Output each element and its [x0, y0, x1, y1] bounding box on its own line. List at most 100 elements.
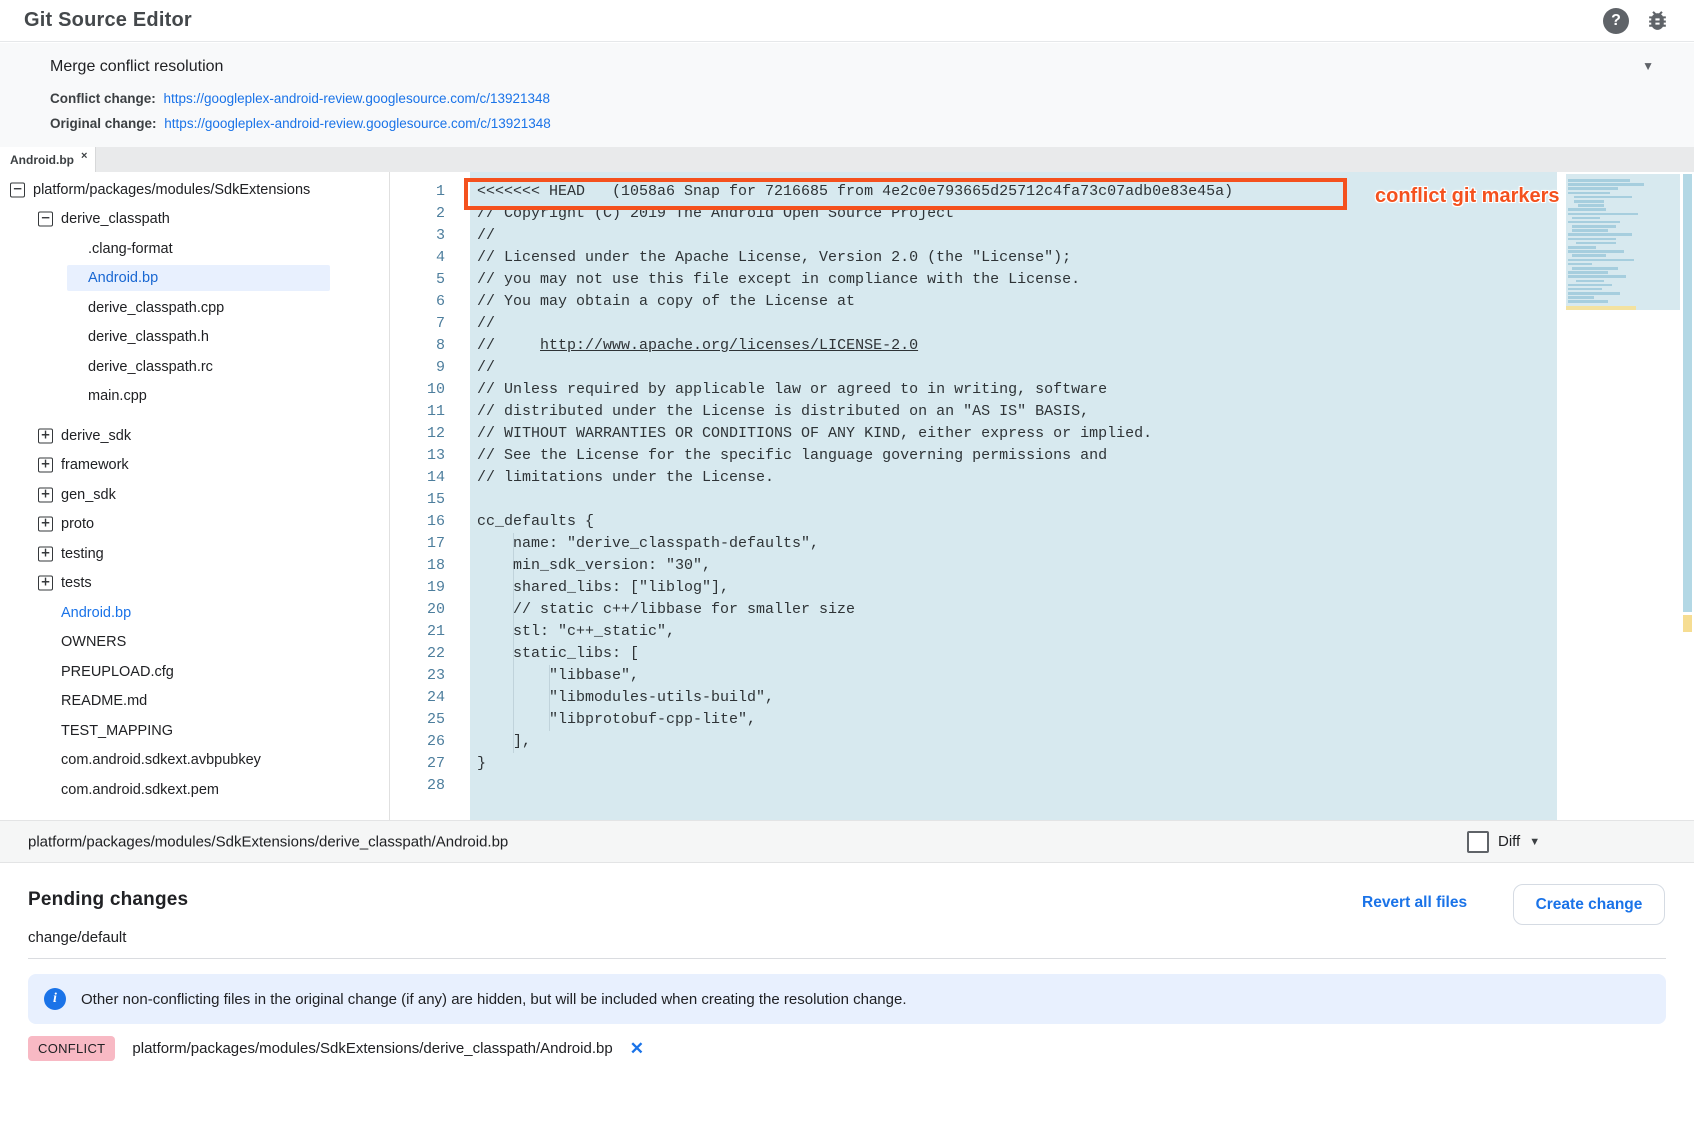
- code-line-24[interactable]: "libmodules-utils-build",: [470, 687, 1557, 709]
- code-content[interactable]: <<<<<<< HEAD (1058a6 Snap for 7216685 fr…: [470, 181, 1557, 797]
- tree-item-framework[interactable]: +framework: [0, 451, 389, 481]
- code-line-7[interactable]: //: [470, 313, 1557, 335]
- tree-item-gen-sdk[interactable]: + gen_sdk: [0, 480, 389, 510]
- diff-caret-icon[interactable]: ▼: [1529, 836, 1540, 848]
- minimap[interactable]: [1566, 174, 1680, 310]
- code-text: // WITHOUT WARRANTIES OR CONDITIONS OF A…: [477, 425, 1152, 442]
- code-line-11[interactable]: // distributed under the License is dist…: [470, 401, 1557, 423]
- code-text: // You may obtain a copy of the License …: [477, 293, 855, 310]
- ruler-marker: [1683, 615, 1692, 632]
- diff-toggle-group: Diff ▼: [1467, 831, 1540, 853]
- tree-item-com-android-sdkext-pem[interactable]: com.android.sdkext.pem: [0, 775, 389, 805]
- code-line-8[interactable]: // http://www.apache.org/licenses/LICENS…: [470, 335, 1557, 357]
- code-line-15[interactable]: [470, 489, 1557, 511]
- code-line-27[interactable]: }: [470, 753, 1557, 775]
- code-line-13[interactable]: // See the License for the specific lang…: [470, 445, 1557, 467]
- code-line-25[interactable]: "libprotobuf-cpp-lite",: [470, 709, 1557, 731]
- tab-close-icon[interactable]: ×: [81, 150, 87, 162]
- tree-item-tests[interactable]: +tests: [0, 569, 389, 599]
- code-line-10[interactable]: // Unless required by applicable law or …: [470, 379, 1557, 401]
- expand-icon[interactable]: +: [38, 517, 53, 532]
- collapse-icon[interactable]: −: [10, 182, 25, 197]
- tree-item-readme-md[interactable]: README.md: [0, 687, 389, 717]
- expand-icon[interactable]: +: [38, 487, 53, 502]
- tree-item-proto[interactable]: +proto: [0, 510, 389, 540]
- code-line-9[interactable]: //: [470, 357, 1557, 379]
- minimap-line: [1568, 187, 1618, 190]
- code-line-19[interactable]: shared_libs: ["liblog"],: [470, 577, 1557, 599]
- tree-item-android-bp[interactable]: Android.bp: [0, 598, 389, 628]
- code-line-22[interactable]: static_libs: [: [470, 643, 1557, 665]
- expand-icon[interactable]: +: [38, 576, 53, 591]
- code-line-6[interactable]: // You may obtain a copy of the License …: [470, 291, 1557, 313]
- create-change-button[interactable]: Create change: [1513, 884, 1665, 925]
- tree-item-derive-classpath-rc[interactable]: derive_classpath.rc: [0, 352, 389, 382]
- line-number: 14: [390, 467, 445, 489]
- tree-item-platform-packages-modules-sdkextensions[interactable]: −platform/packages/modules/SdkExtensions: [0, 175, 389, 205]
- overview-ruler-scrollbar[interactable]: [1683, 174, 1692, 818]
- info-banner: i Other non-conflicting files in the ori…: [28, 974, 1666, 1024]
- code-line-14[interactable]: // limitations under the License.: [470, 467, 1557, 489]
- minimap-line: [1572, 254, 1606, 257]
- tree-item-testing[interactable]: +testing: [0, 539, 389, 569]
- bug-icon[interactable]: [1645, 8, 1670, 33]
- revert-all-files-button[interactable]: Revert all files: [1362, 894, 1467, 912]
- code-text: min_sdk_version: "30",: [477, 557, 711, 574]
- tree-item-android-bp[interactable]: Android.bp: [0, 264, 389, 294]
- tree-item-label: gen_sdk: [61, 487, 116, 503]
- code-line-4[interactable]: // Licensed under the Apache License, Ve…: [470, 247, 1557, 269]
- code-text: // static c++/libbase for smaller size: [477, 601, 855, 618]
- code-line-23[interactable]: "libbase",: [470, 665, 1557, 687]
- code-line-17[interactable]: name: "derive_classpath-defaults",: [470, 533, 1557, 555]
- code-line-16[interactable]: cc_defaults {: [470, 511, 1557, 533]
- collapse-icon[interactable]: −: [38, 212, 53, 227]
- tree-item-derive-classpath[interactable]: −derive_classpath: [0, 205, 389, 235]
- tree-item-com-android-sdkext-avbpubkey[interactable]: com.android.sdkext.avbpubkey: [0, 746, 389, 776]
- code-text: //: [477, 227, 495, 244]
- conflict-file-row: CONFLICT platform/packages/modules/SdkEx…: [28, 1036, 644, 1061]
- tree-item-preupload-cfg[interactable]: PREUPLOAD.cfg: [0, 657, 389, 687]
- original-change-row: Original change: https://googleplex-andr…: [50, 116, 551, 131]
- code-line-21[interactable]: stl: "c++_static",: [470, 621, 1557, 643]
- diff-checkbox[interactable]: [1467, 831, 1489, 853]
- tree-item-test-mapping[interactable]: TEST_MAPPING: [0, 716, 389, 746]
- app-header: Git Source Editor ?: [0, 0, 1694, 42]
- conflict-change-link[interactable]: https://googleplex-android-review.google…: [164, 91, 551, 106]
- code-editor[interactable]: 1234567891011121314151617181920212223242…: [390, 172, 1694, 820]
- code-line-28[interactable]: [470, 775, 1557, 797]
- code-line-26[interactable]: ],: [470, 731, 1557, 753]
- tree-item--clang-format[interactable]: .clang-format: [0, 234, 389, 264]
- original-change-link[interactable]: https://googleplex-android-review.google…: [164, 116, 551, 131]
- line-number: 3: [390, 225, 445, 247]
- code-line-12[interactable]: // WITHOUT WARRANTIES OR CONDITIONS OF A…: [470, 423, 1557, 445]
- expand-icon[interactable]: +: [38, 458, 53, 473]
- line-number: 7: [390, 313, 445, 335]
- help-icon[interactable]: ?: [1603, 8, 1629, 34]
- gutter: 1234567891011121314151617181920212223242…: [390, 181, 445, 797]
- expand-icon[interactable]: +: [38, 546, 53, 561]
- minimap-line: [1568, 208, 1606, 211]
- code-text: // See the License for the specific lang…: [477, 447, 1107, 464]
- tab-android-bp[interactable]: Android.bp ×: [0, 147, 96, 172]
- minimap-line: [1568, 259, 1634, 262]
- line-number: 12: [390, 423, 445, 445]
- line-number: 22: [390, 643, 445, 665]
- remove-file-icon[interactable]: ✕: [630, 1039, 644, 1059]
- file-path-bar: platform/packages/modules/SdkExtensions/…: [0, 820, 1694, 863]
- tree-item-label: derive_classpath.h: [88, 329, 209, 345]
- tree-item-owners[interactable]: OWNERS: [0, 628, 389, 658]
- tree-item-label: derive_sdk: [61, 428, 131, 444]
- code-line-20[interactable]: // static c++/libbase for smaller size: [470, 599, 1557, 621]
- expand-icon[interactable]: +: [38, 428, 53, 443]
- collapse-panel-caret-icon[interactable]: ▼: [1642, 59, 1654, 73]
- tree-item-derive-sdk[interactable]: + derive_sdk: [0, 421, 389, 451]
- line-number: 6: [390, 291, 445, 313]
- code-text: stl: "c++_static",: [477, 623, 675, 640]
- code-line-3[interactable]: //: [470, 225, 1557, 247]
- code-line-5[interactable]: // you may not use this file except in c…: [470, 269, 1557, 291]
- tree-item-derive-classpath-cpp[interactable]: derive_classpath.cpp: [0, 293, 389, 323]
- code-text: static_libs: [: [477, 645, 639, 662]
- code-line-18[interactable]: min_sdk_version: "30",: [470, 555, 1557, 577]
- tree-item-derive-classpath-h[interactable]: derive_classpath.h: [0, 323, 389, 353]
- tree-item-main-cpp[interactable]: main.cpp: [0, 382, 389, 412]
